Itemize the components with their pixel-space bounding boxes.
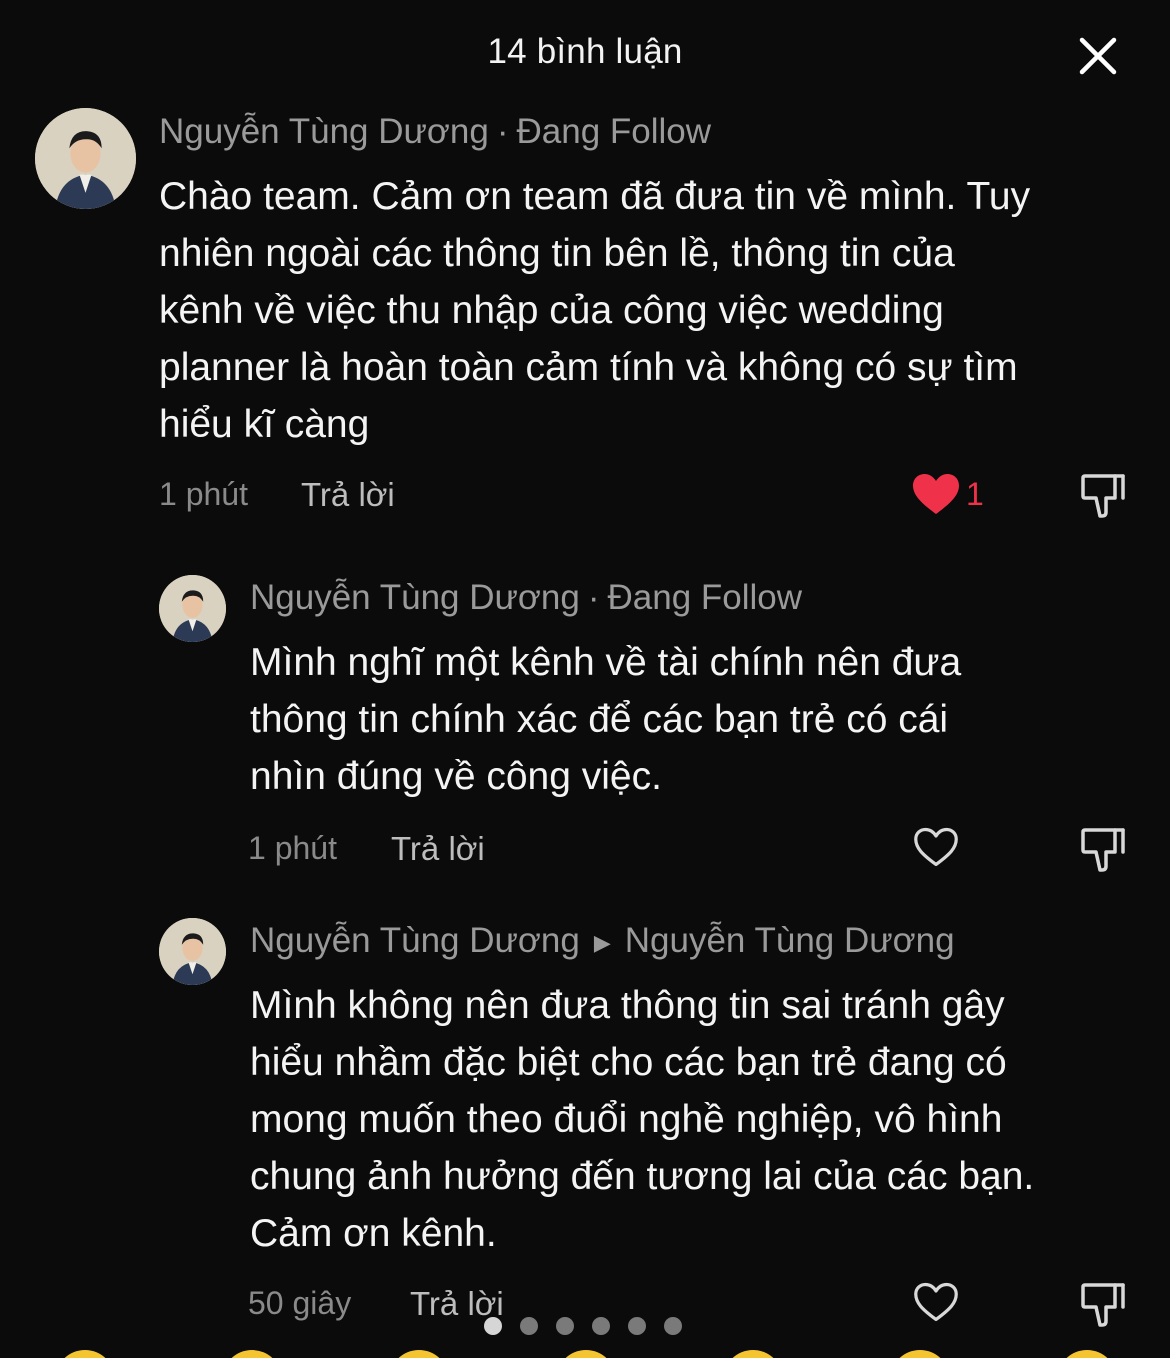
thumbs-down-icon: [1081, 474, 1125, 518]
comment-text-line: chung ảnh hưởng đến tương lai của các bạ…: [250, 1155, 1035, 1198]
emoji-button[interactable]: [556, 1350, 616, 1358]
like-button[interactable]: [911, 472, 961, 516]
author-name[interactable]: Nguyễn Tùng Dương: [250, 921, 580, 960]
page-dot[interactable]: [628, 1317, 646, 1335]
emoji-button[interactable]: [890, 1350, 950, 1358]
thumbs-down-icon: [1081, 1283, 1125, 1327]
page-dot[interactable]: [592, 1317, 610, 1335]
comment-author-line: Nguyễn Tùng Dương · Đang Follow: [159, 112, 711, 152]
emoji-button[interactable]: [389, 1350, 449, 1358]
follow-status[interactable]: Đang Follow: [607, 578, 802, 617]
like-button[interactable]: [913, 1281, 959, 1323]
comment-text-line: mong muốn theo đuổi nghề nghiệp, vô hình: [250, 1098, 1003, 1141]
comment-text-line: Cảm ơn kênh.: [250, 1212, 497, 1255]
like-count: 1: [966, 476, 984, 512]
comment-text-line: Chào team. Cảm ơn team đã đưa tin về mìn…: [159, 175, 1031, 218]
profile-photo: [159, 575, 226, 642]
comment-text-line: Mình nghĩ một kênh về tài chính nên đưa: [250, 641, 962, 684]
dislike-button[interactable]: [1081, 824, 1125, 872]
separator-dot: ·: [587, 578, 600, 617]
page-indicator: [484, 1317, 682, 1335]
dislike-button[interactable]: [1081, 470, 1125, 518]
comment-time: 1 phút: [248, 830, 337, 866]
emoji-button[interactable]: [723, 1350, 783, 1358]
author-name[interactable]: Nguyễn Tùng Dương: [250, 578, 580, 617]
avatar[interactable]: [159, 918, 226, 985]
comment-text-line: thông tin chính xác để các bạn trẻ có cá…: [250, 698, 949, 741]
avatar[interactable]: [35, 108, 136, 209]
reply-arrow-icon: ▶: [593, 929, 611, 955]
avatar[interactable]: [159, 575, 226, 642]
dislike-button[interactable]: [1081, 1279, 1125, 1327]
comments-count-title: 14 bình luận: [487, 32, 683, 71]
emoji-button[interactable]: [1057, 1350, 1117, 1358]
comment-text-line: planner là hoàn toàn cảm tính và không c…: [159, 346, 1018, 389]
comment-time: 50 giây: [248, 1285, 352, 1321]
comment-text-line: hiểu kĩ càng: [159, 403, 370, 446]
page-dot[interactable]: [556, 1317, 574, 1335]
emoji-button[interactable]: [55, 1350, 115, 1358]
like-button[interactable]: [913, 826, 959, 868]
heart-filled-icon: [913, 474, 959, 514]
separator-dot: ·: [496, 112, 509, 151]
comment-text: Chào team. Cảm ơn team đã đưa tin về mìn…: [159, 168, 1030, 453]
reply-button[interactable]: Trả lời: [391, 830, 485, 868]
heart-outline-icon: [914, 1282, 958, 1322]
comment-author-line: Nguyễn Tùng Dương · Đang Follow: [250, 578, 802, 618]
comment-text: Mình nghĩ một kênh về tài chính nên đưa …: [250, 634, 961, 805]
page-dot[interactable]: [484, 1317, 502, 1335]
comment-author-line: Nguyễn Tùng Dương ▶ Nguyễn Tùng Dương: [250, 921, 955, 961]
comment-text-line: nhìn đúng về công việc.: [250, 755, 662, 798]
comment-text-line: Mình không nên đưa thông tin sai tránh g…: [250, 984, 1005, 1027]
close-button[interactable]: [1076, 34, 1120, 78]
comment-text-line: kênh về việc thu nhập của công việc wedd…: [159, 289, 944, 332]
comment-text: Mình không nên đưa thông tin sai tránh g…: [250, 977, 1034, 1262]
page-dot[interactable]: [664, 1317, 682, 1335]
page-dot[interactable]: [520, 1317, 538, 1335]
thumbs-down-icon: [1081, 828, 1125, 872]
comment-time: 1 phút: [159, 476, 248, 512]
reply-to-name[interactable]: Nguyễn Tùng Dương: [625, 921, 955, 960]
heart-outline-icon: [914, 827, 958, 867]
reply-button[interactable]: Trả lời: [301, 476, 395, 514]
author-name[interactable]: Nguyễn Tùng Dương: [159, 112, 489, 151]
emoji-button[interactable]: [222, 1350, 282, 1358]
comments-header: 14 bình luận: [0, 0, 1170, 110]
comment-text-line: nhiên ngoài các thông tin bên lề, thông …: [159, 232, 955, 275]
comment-text-line: hiểu nhầm đặc biệt cho các bạn trẻ đang …: [250, 1041, 1007, 1084]
profile-photo: [159, 918, 226, 985]
profile-photo: [35, 108, 136, 209]
close-icon: [1079, 37, 1117, 75]
emoji-quick-bar: [0, 1340, 1170, 1358]
follow-status[interactable]: Đang Follow: [516, 112, 711, 151]
